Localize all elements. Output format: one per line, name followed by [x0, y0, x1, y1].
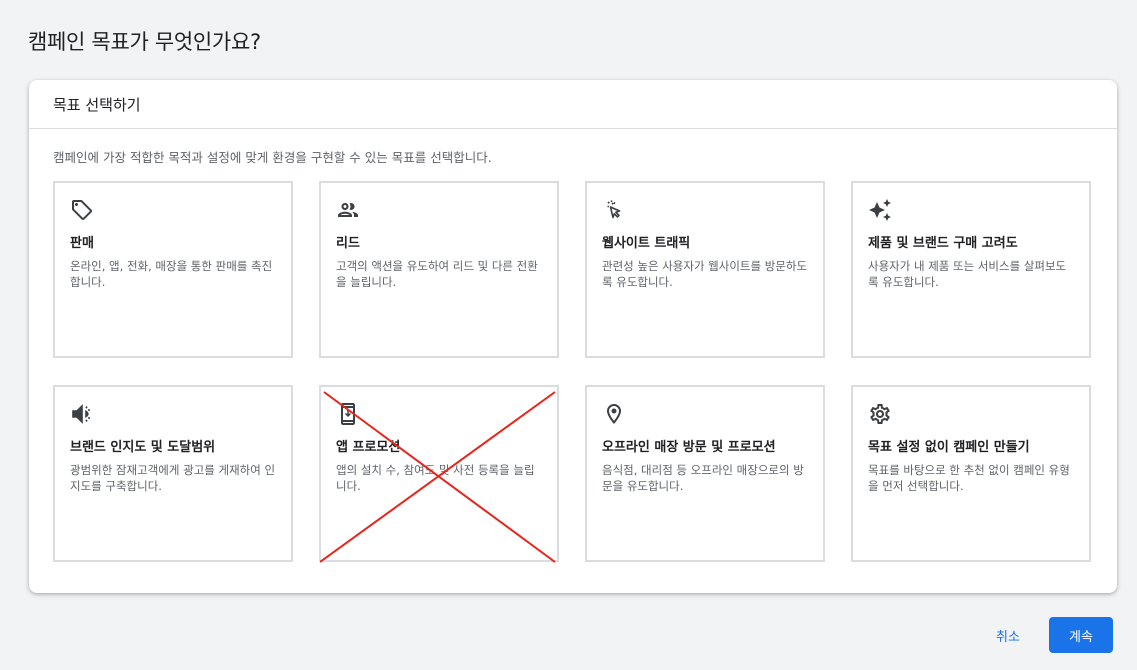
panel-description: 캠페인에 가장 적합한 목적과 설정에 맞게 환경을 구현할 수 있는 목표를 … [53, 150, 492, 165]
objective-card-no-goal[interactable]: 목표 설정 없이 캠페인 만들기 목표를 바탕으로 한 추천 없이 캠페인 유형… [851, 385, 1091, 562]
card-title: 앱 프로모션 [336, 440, 401, 455]
tag-icon [70, 198, 94, 222]
card-title: 목표 설정 없이 캠페인 만들기 [868, 440, 1030, 455]
objective-card-sales[interactable]: 판매 온라인, 앱, 전화, 매장을 통한 판매를 촉진합니다. [53, 181, 293, 358]
continue-button[interactable]: 계속 [1049, 617, 1113, 653]
card-title: 리드 [336, 236, 360, 251]
card-title: 판매 [70, 236, 94, 251]
card-description: 앱의 설치 수, 참여도 및 사전 등록을 늘립니다. [336, 463, 535, 493]
card-description: 관련성 높은 사용자가 웹사이트를 방문하도록 유도합니다. [602, 259, 808, 289]
card-description: 목표를 바탕으로 한 추천 없이 캠페인 유형을 먼저 선택합니다. [868, 463, 1070, 493]
phone-download-icon [336, 402, 360, 426]
cursor-click-icon [602, 198, 626, 222]
card-description: 음식점, 대리점 등 오프라인 매장으로의 방문을 유도합니다. [602, 463, 804, 493]
card-title: 제품 및 브랜드 구매 고려도 [868, 236, 1018, 251]
card-title: 브랜드 인지도 및 도달범위 [70, 440, 216, 455]
objective-card-awareness[interactable]: 브랜드 인지도 및 도달범위 광범위한 잠재고객에게 광고를 게재하여 인지도를… [53, 385, 293, 562]
card-description: 고객의 액션을 유도하여 리드 및 다른 전환을 늘립니다. [336, 259, 538, 289]
card-description: 사용자가 내 제품 또는 서비스를 살펴보도록 유도합니다. [868, 259, 1067, 289]
objective-card-consideration[interactable]: 제품 및 브랜드 구매 고려도 사용자가 내 제품 또는 서비스를 살펴보도록 … [851, 181, 1091, 358]
people-icon [336, 198, 360, 222]
objective-panel: 목표 선택하기 캠페인에 가장 적합한 목적과 설정에 맞게 환경을 구현할 수… [29, 80, 1117, 593]
objective-card-app-promotion[interactable]: 앱 프로모션 앱의 설치 수, 참여도 및 사전 등록을 늘립니다. [319, 385, 559, 563]
card-description: 광범위한 잠재고객에게 광고를 게재하여 인지도를 구축합니다. [70, 463, 276, 493]
megaphone-icon [70, 402, 94, 426]
sparkle-icon [868, 198, 892, 222]
location-pin-icon [602, 402, 626, 426]
card-title: 오프라인 매장 방문 및 프로모션 [602, 440, 776, 455]
card-description: 온라인, 앱, 전화, 매장을 통한 판매를 촉진합니다. [70, 259, 273, 289]
objective-card-leads[interactable]: 리드 고객의 액션을 유도하여 리드 및 다른 전환을 늘립니다. [319, 181, 559, 358]
card-title: 웹사이트 트래픽 [602, 236, 691, 251]
page-title: 캠페인 목표가 무엇인가요? [28, 30, 261, 54]
gear-icon [868, 402, 892, 426]
objective-card-website-traffic[interactable]: 웹사이트 트래픽 관련성 높은 사용자가 웹사이트를 방문하도록 유도합니다. [585, 181, 825, 358]
cancel-button[interactable]: 취소 [980, 617, 1036, 653]
panel-header: 목표 선택하기 [29, 80, 1117, 129]
objective-card-local-store[interactable]: 오프라인 매장 방문 및 프로모션 음식점, 대리점 등 오프라인 매장으로의 … [585, 385, 825, 562]
